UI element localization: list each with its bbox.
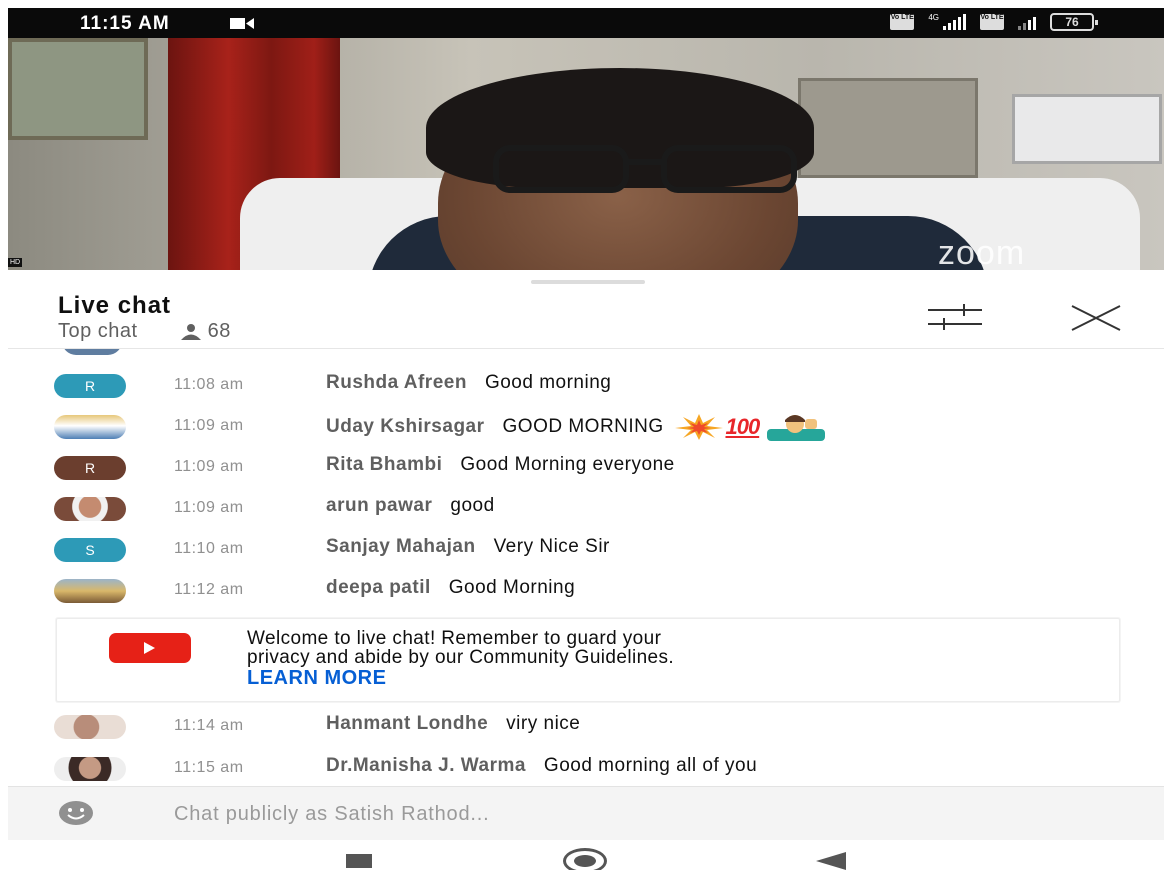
message-line: Rita Bhambi Good Morning everyone — [326, 454, 675, 476]
message-text: viry nice — [506, 713, 581, 734]
chat-message[interactable]: 11:14 am Hanmant Londhe viry nice — [8, 707, 1164, 747]
chat-mode-label: Top chat — [58, 320, 138, 342]
video-player[interactable]: zoom HD — [8, 38, 1164, 270]
message-text: Good morning all of you — [543, 755, 758, 776]
chat-message[interactable]: 11:12 am deepa patil Good Morning — [8, 571, 1164, 611]
collision-emoji — [675, 414, 724, 440]
chat-message[interactable]: R 11:09 am Rita Bhambi Good Morning every… — [8, 448, 1164, 488]
phone-screen: 11:15 AM Vo LTE 4G Vo LTE 76 zoom HD Liv… — [8, 8, 1164, 870]
avatar[interactable]: R — [54, 456, 126, 480]
signal-icon-2 — [1018, 14, 1036, 30]
volte-icon-2: Vo LTE — [980, 14, 1004, 30]
welcome-banner: Welcome to live chat! Remember to guard … — [56, 618, 1120, 702]
person-gesturing-emoji — [767, 415, 826, 441]
message-author[interactable]: Uday Kshirsagar — [326, 416, 485, 437]
battery-icon: 76 — [1050, 13, 1098, 31]
message-timestamp: 11:08 am — [174, 376, 244, 393]
status-bar: 11:15 AM Vo LTE 4G Vo LTE 76 — [8, 8, 1164, 38]
message-line: Hanmant Londhe viry nice — [326, 713, 580, 735]
message-author[interactable]: deepa patil — [326, 577, 431, 598]
video-recording-icon — [230, 18, 254, 29]
system-nav-bar — [8, 840, 1164, 870]
message-text: good — [450, 495, 495, 516]
notice-board — [1012, 94, 1162, 164]
message-line: Sanjay Mahajan Very Nice Sir — [326, 536, 610, 558]
message-text: Good Morning everyone — [460, 454, 675, 475]
bookshelf — [798, 78, 978, 178]
message-text: GOOD MORNING — [502, 416, 664, 438]
filter-icon[interactable] — [928, 304, 982, 330]
chat-message[interactable]: 11:09 am Uday Kshirsagar GOOD MORNING 100 — [8, 407, 1164, 447]
hundred-emoji: 100 — [725, 414, 760, 439]
viewer-count: 68 — [207, 320, 231, 342]
viewers-icon — [180, 323, 201, 340]
status-icons: Vo LTE 4G Vo LTE 76 — [890, 13, 1098, 31]
zoom-watermark: zoom — [938, 234, 1026, 270]
message-line: Rushda Afreen Good morning — [326, 372, 611, 394]
chat-message[interactable]: 11:09 am arun pawar good — [8, 489, 1164, 529]
chat-message-input[interactable] — [174, 800, 1074, 828]
status-time: 11:15 AM — [80, 13, 170, 34]
learn-more-link[interactable]: LEARN MORE — [247, 667, 386, 690]
message-timestamp: 11:10 am — [174, 540, 244, 557]
message-line: deepa patil Good Morning — [326, 577, 575, 599]
network-type: 4G — [928, 13, 939, 22]
quality-badge: HD — [8, 258, 23, 267]
chat-message[interactable]: S 11:10 am Sanjay Mahajan Very Nice Sir — [8, 530, 1164, 570]
message-timestamp: 11:09 am — [174, 417, 244, 434]
message-text: Very Nice Sir — [493, 536, 610, 557]
welcome-line-2: privacy and abide by our Community Guide… — [247, 647, 675, 668]
live-chat-panel: Live chat Top chat 68 R 11:08 am Rushda … — [8, 270, 1164, 842]
close-icon[interactable] — [1070, 304, 1122, 332]
avatar[interactable]: S — [54, 538, 126, 562]
chat-mode-selector[interactable]: Top chat 68 — [58, 320, 231, 343]
message-timestamp: 11:09 am — [174, 499, 244, 516]
message-line: Dr.Manisha J. Warma Good morning all of y… — [326, 755, 757, 777]
avatar[interactable] — [54, 757, 126, 781]
message-author[interactable]: Rushda Afreen — [326, 372, 467, 393]
chat-message[interactable]: R 11:08 am Rushda Afreen Good morning — [8, 366, 1164, 406]
drag-handle[interactable] — [531, 280, 645, 284]
avatar[interactable] — [54, 715, 126, 739]
message-text: Good morning — [484, 372, 612, 393]
message-author[interactable]: Rita Bhambi — [326, 454, 442, 475]
chat-title: Live chat — [58, 292, 172, 319]
message-author[interactable]: Dr.Manisha J. Warma — [326, 755, 526, 776]
message-author[interactable]: Hanmant Londhe — [326, 713, 488, 734]
home-icon[interactable] — [563, 848, 607, 870]
message-timestamp: 11:15 am — [174, 759, 244, 776]
volte-icon: Vo LTE — [890, 14, 915, 30]
recent-apps-icon[interactable] — [346, 854, 372, 868]
back-icon[interactable] — [816, 852, 846, 870]
avatar[interactable]: R — [54, 374, 126, 398]
glasses — [493, 145, 797, 193]
signal-icon — [943, 14, 966, 30]
chat-input-bar — [8, 786, 1164, 842]
message-author[interactable]: arun pawar — [326, 495, 432, 516]
message-timestamp: 11:12 am — [174, 581, 244, 598]
emoji-picker-icon[interactable] — [58, 800, 94, 826]
avatar[interactable] — [54, 579, 126, 603]
message-text: Good Morning — [448, 577, 576, 598]
message-timestamp: 11:09 am — [174, 458, 244, 475]
wall-frame — [8, 38, 148, 140]
avatar[interactable] — [54, 415, 126, 439]
avatar[interactable] — [54, 497, 126, 521]
clipped-avatar — [62, 349, 122, 355]
chat-message[interactable]: 11:15 am Dr.Manisha J. Warma Good morning… — [8, 749, 1164, 789]
message-line: Uday Kshirsagar GOOD MORNING 100 — [326, 413, 827, 441]
message-timestamp: 11:14 am — [174, 717, 244, 734]
welcome-line-1: Welcome to live chat! Remember to guard … — [247, 628, 662, 649]
welcome-message: Welcome to live chat! Remember to guard … — [247, 629, 1107, 667]
youtube-logo-icon — [109, 633, 191, 663]
chat-messages-list[interactable]: R 11:08 am Rushda Afreen Good morning 11:… — [8, 349, 1164, 795]
message-author[interactable]: Sanjay Mahajan — [326, 536, 476, 557]
message-line: arun pawar good — [326, 495, 495, 517]
